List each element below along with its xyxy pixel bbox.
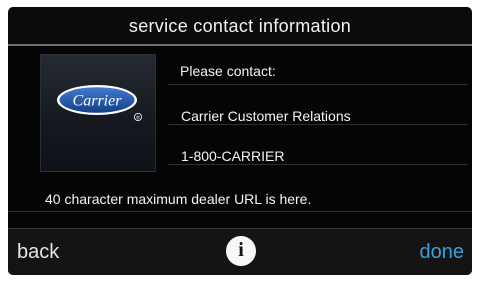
page-title: service contact information bbox=[128, 16, 352, 36]
logo-panel: Carrier ® bbox=[40, 54, 156, 172]
back-button[interactable]: back bbox=[17, 241, 59, 264]
dealer-url: 40 character maximum dealer URL is here. bbox=[45, 191, 312, 207]
carrier-logo: Carrier ® bbox=[57, 85, 143, 121]
contact-phone: 1-800-CARRIER bbox=[181, 148, 285, 164]
done-button[interactable]: done bbox=[420, 241, 465, 264]
contact-panel: Carrier ® Please contact: Carrier Custom… bbox=[8, 46, 472, 228]
row-divider bbox=[168, 124, 468, 125]
info-icon: i bbox=[238, 239, 244, 261]
info-button[interactable]: i bbox=[226, 236, 256, 266]
title-bar: service contact information bbox=[8, 7, 472, 45]
thermostat-device: service contact information Carrier ® Pl… bbox=[0, 0, 479, 281]
registered-mark: ® bbox=[136, 114, 140, 121]
contact-company: Carrier Customer Relations bbox=[181, 108, 351, 124]
row-divider bbox=[168, 84, 468, 85]
row-divider bbox=[168, 164, 468, 165]
row-divider bbox=[8, 211, 472, 212]
logo-wordmark: Carrier bbox=[73, 93, 123, 110]
display-screen: service contact information Carrier ® Pl… bbox=[8, 7, 472, 275]
contact-prompt: Please contact: bbox=[180, 63, 276, 79]
footer-bar: back i done bbox=[8, 228, 472, 275]
